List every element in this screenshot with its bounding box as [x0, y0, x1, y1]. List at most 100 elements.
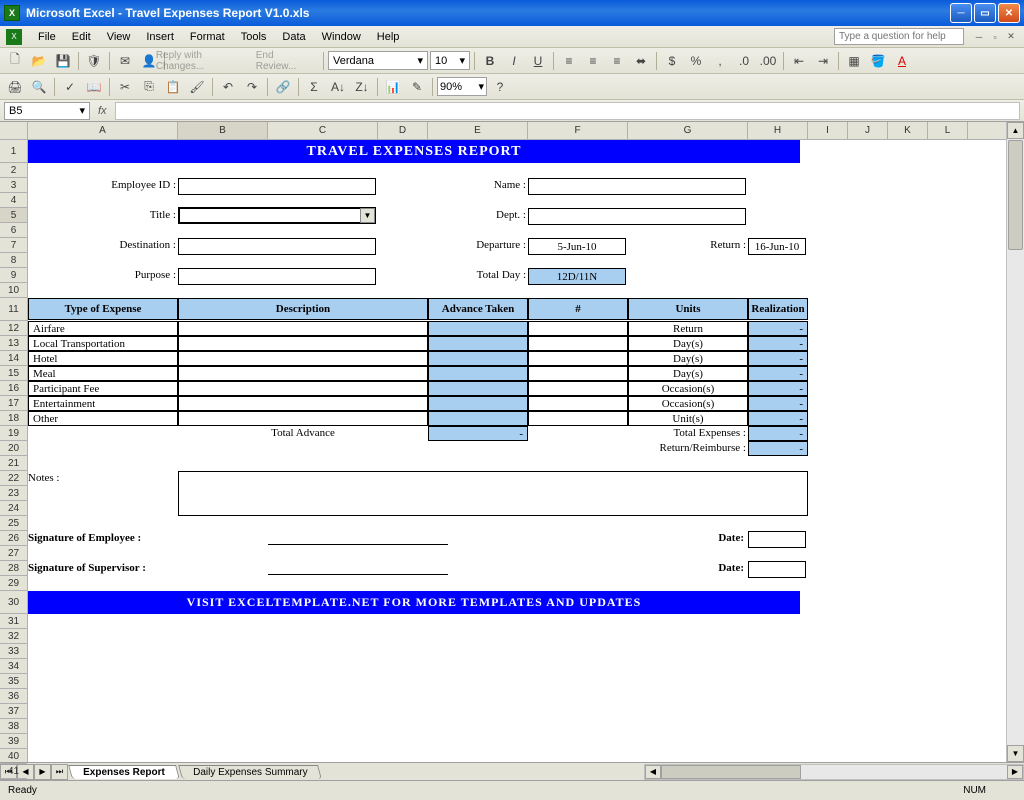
input-field[interactable] — [528, 178, 746, 195]
advance-cell[interactable] — [428, 396, 528, 411]
advance-cell[interactable] — [428, 366, 528, 381]
row-header-22[interactable]: 22 — [0, 471, 27, 486]
fill-color-button[interactable]: 🪣 — [867, 50, 889, 72]
drawing-button[interactable]: ✎ — [406, 76, 428, 98]
units-cell[interactable]: Occasion(s) — [628, 396, 748, 411]
vertical-scrollbar[interactable]: ▲ ▼ — [1006, 122, 1024, 762]
row-header-36[interactable]: 36 — [0, 689, 27, 704]
tab-last-button[interactable]: ⏭ — [51, 764, 68, 780]
font-color-button[interactable]: A — [891, 50, 913, 72]
qty-cell[interactable] — [528, 351, 628, 366]
select-all-button[interactable] — [0, 122, 28, 140]
advance-cell[interactable] — [428, 321, 528, 336]
decrease-indent-button[interactable]: ⇤ — [788, 50, 810, 72]
input-field[interactable] — [178, 238, 376, 255]
description-cell[interactable] — [178, 336, 428, 351]
row-header-25[interactable]: 25 — [0, 516, 27, 531]
description-cell[interactable] — [178, 366, 428, 381]
row-header-20[interactable]: 20 — [0, 441, 27, 456]
scroll-down-button[interactable]: ▼ — [1007, 745, 1024, 762]
units-cell[interactable]: Unit(s) — [628, 411, 748, 426]
align-left-button[interactable]: ≡ — [558, 50, 580, 72]
align-right-button[interactable]: ≡ — [606, 50, 628, 72]
sort-desc-button[interactable]: Z↓ — [351, 76, 373, 98]
realization-cell[interactable]: - — [748, 366, 808, 381]
advance-cell[interactable] — [428, 336, 528, 351]
menu-insert[interactable]: Insert — [138, 29, 182, 45]
dropdown-arrow-icon[interactable]: ▼ — [360, 208, 375, 223]
units-cell[interactable]: Day(s) — [628, 366, 748, 381]
column-header-G[interactable]: G — [628, 122, 748, 139]
row-header-2[interactable]: 2 — [0, 163, 27, 178]
realization-cell[interactable]: - — [748, 351, 808, 366]
minimize-button[interactable]: ─ — [950, 3, 972, 23]
row-header-27[interactable]: 27 — [0, 546, 27, 561]
column-header-I[interactable]: I — [808, 122, 848, 139]
font-size-selector[interactable]: 10▾ — [430, 51, 470, 70]
cut-button[interactable]: ✂ — [114, 76, 136, 98]
row-header-40[interactable]: 40 — [0, 749, 27, 764]
qty-cell[interactable] — [528, 321, 628, 336]
row-header-34[interactable]: 34 — [0, 659, 27, 674]
row-header-29[interactable]: 29 — [0, 576, 27, 591]
title-dropdown[interactable] — [178, 207, 376, 224]
input-field[interactable]: 5-Jun-10 — [528, 238, 626, 255]
scroll-left-button[interactable]: ◀ — [645, 765, 661, 779]
row-header-24[interactable]: 24 — [0, 501, 27, 516]
row-header-18[interactable]: 18 — [0, 411, 27, 426]
currency-button[interactable]: $ — [661, 50, 683, 72]
maximize-button[interactable]: ▭ — [974, 3, 996, 23]
open-button[interactable]: 📂 — [28, 50, 50, 72]
horizontal-scrollbar[interactable]: ◀ ▶ — [644, 764, 1024, 780]
fx-icon[interactable]: fx — [98, 105, 107, 117]
row-header-26[interactable]: 26 — [0, 531, 27, 546]
reply-changes-button[interactable]: Reply with Changes... — [169, 50, 191, 72]
row-header-10[interactable]: 10 — [0, 283, 27, 298]
row-header-13[interactable]: 13 — [0, 336, 27, 351]
description-cell[interactable] — [178, 411, 428, 426]
expense-type-cell[interactable]: Entertainment — [28, 396, 178, 411]
column-header-D[interactable]: D — [378, 122, 428, 139]
expense-type-cell[interactable]: Local Transportation — [28, 336, 178, 351]
font-selector[interactable]: Verdana▾ — [328, 51, 428, 70]
sheet-tab-daily-summary[interactable]: Daily Expenses Summary — [178, 765, 322, 779]
paste-button[interactable]: 📋 — [162, 76, 184, 98]
format-painter-button[interactable]: 🖌 — [186, 76, 208, 98]
qty-cell[interactable] — [528, 366, 628, 381]
name-box[interactable]: B5▾ — [4, 102, 90, 120]
row-header-31[interactable]: 31 — [0, 614, 27, 629]
formula-input[interactable] — [115, 102, 1020, 120]
row-header-15[interactable]: 15 — [0, 366, 27, 381]
doc-minimize-button[interactable]: ─ — [972, 30, 986, 44]
tab-next-button[interactable]: ▶ — [34, 764, 51, 780]
input-field[interactable] — [178, 178, 376, 195]
row-header-16[interactable]: 16 — [0, 381, 27, 396]
hscroll-thumb[interactable] — [661, 765, 801, 779]
row-header-32[interactable]: 32 — [0, 629, 27, 644]
undo-button[interactable]: ↶ — [217, 76, 239, 98]
doc-restore-button[interactable]: ▫ — [988, 30, 1002, 44]
bold-button[interactable]: B — [479, 50, 501, 72]
expense-type-cell[interactable]: Hotel — [28, 351, 178, 366]
row-header-35[interactable]: 35 — [0, 674, 27, 689]
row-header-38[interactable]: 38 — [0, 719, 27, 734]
save-button[interactable]: 💾 — [52, 50, 74, 72]
row-header-39[interactable]: 39 — [0, 734, 27, 749]
doc-close-button[interactable]: ✕ — [1004, 30, 1018, 44]
expense-type-cell[interactable]: Participant Fee — [28, 381, 178, 396]
help-button[interactable]: ? — [489, 76, 511, 98]
row-header-23[interactable]: 23 — [0, 486, 27, 501]
zoom-selector[interactable]: 90%▾ — [437, 77, 487, 96]
column-header-F[interactable]: F — [528, 122, 628, 139]
qty-cell[interactable] — [528, 381, 628, 396]
help-search-input[interactable] — [834, 28, 964, 45]
units-cell[interactable]: Return — [628, 321, 748, 336]
underline-button[interactable]: U — [527, 50, 549, 72]
row-header-7[interactable]: 7 — [0, 238, 27, 253]
chart-button[interactable]: 📊 — [382, 76, 404, 98]
row-header-9[interactable]: 9 — [0, 268, 27, 283]
column-header-B[interactable]: B — [178, 122, 268, 139]
print-preview-button[interactable]: 🔍 — [28, 76, 50, 98]
input-field[interactable] — [748, 531, 806, 548]
row-header-41[interactable]: 41 — [0, 764, 27, 779]
